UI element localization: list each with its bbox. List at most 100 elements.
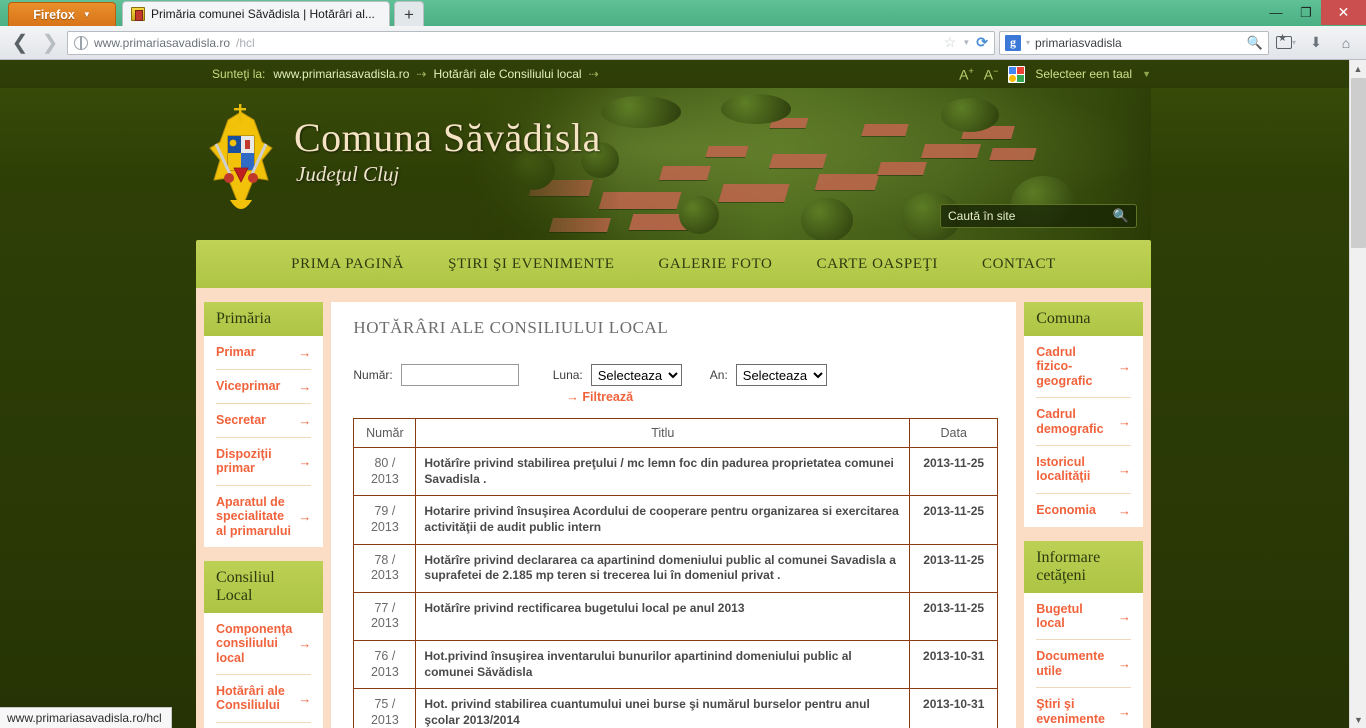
- forward-button[interactable]: ❯: [37, 30, 63, 56]
- list-item[interactable]: Declaraţii→: [216, 723, 311, 728]
- site-search-input[interactable]: Caută în site: [948, 209, 1113, 223]
- list-item[interactable]: Documente utile →: [1036, 640, 1131, 689]
- bookmarks-button[interactable]: ▾: [1273, 33, 1299, 49]
- downloads-button[interactable]: ⬇: [1303, 34, 1329, 51]
- table-row[interactable]: 77 / 2013 Hotărîre privind rectificarea …: [353, 591, 999, 642]
- chevron-down-icon[interactable]: ▾: [1026, 38, 1030, 47]
- new-tab-button[interactable]: +: [394, 1, 424, 26]
- home-button[interactable]: ⌂: [1333, 35, 1359, 51]
- search-bar[interactable]: g ▾ primariasvadisla 🔍: [999, 30, 1269, 55]
- list-item[interactable]: Aparatul de specialitate al primarului →: [216, 486, 311, 547]
- site-search-box[interactable]: Caută în site 🔍: [940, 204, 1137, 228]
- sidebar-item-primar[interactable]: Primar: [216, 345, 256, 359]
- cell-titlu[interactable]: Hot. privind stabilirea cuantumului unei…: [415, 688, 911, 728]
- list-item[interactable]: Secretar →: [216, 404, 312, 438]
- scroll-up-arrow-icon[interactable]: ▲: [1350, 60, 1366, 77]
- sidebar-item-bugetul-local[interactable]: Bugetul local: [1036, 602, 1112, 631]
- table-row[interactable]: 76 / 2013 Hot.privind însuşirea inventar…: [353, 639, 999, 690]
- widget-list-informare-cetateni: Bugetul local → Documente utile → Ştiri şi…: [1024, 593, 1143, 728]
- reload-icon[interactable]: ⟳: [976, 34, 988, 51]
- cell-titlu[interactable]: Hotărîre privind stabilirea preţului / m…: [415, 446, 911, 497]
- list-item[interactable]: Bugetul local →: [1036, 593, 1131, 641]
- search-icon[interactable]: 🔍: [1247, 35, 1263, 51]
- sidebar-item-componenta-consiliului[interactable]: Componenţa consiliului local: [216, 622, 292, 665]
- cell-titlu[interactable]: Hotărîre privind declararea ca apartinin…: [415, 543, 911, 593]
- sidebar-item-secretar[interactable]: Secretar: [216, 413, 266, 427]
- breadcrumb-item-home[interactable]: www.primariasavadisla.ro: [273, 67, 409, 81]
- cell-titlu[interactable]: Hotarire privind însuşirea Acordului de …: [415, 495, 911, 545]
- browser-tab[interactable]: Primăria comunei Săvădisla | Hotărâri al…: [122, 1, 390, 26]
- list-item[interactable]: Primar →: [216, 336, 312, 370]
- table-head: Număr Titlu Data: [353, 418, 999, 448]
- sidebar-item-viceprimar[interactable]: Viceprimar: [216, 379, 280, 393]
- an-select[interactable]: Selecteaza: [735, 364, 827, 386]
- filter-submit-link[interactable]: → Filtrează: [566, 390, 998, 404]
- table-row[interactable]: 78 / 2013 Hotărîre privind declararea ca…: [353, 543, 999, 593]
- nav-item-stiri-evenimente[interactable]: ŞTIRI ŞI EVENIMENTE: [448, 256, 614, 273]
- scrollbar-thumb[interactable]: [1351, 78, 1366, 248]
- cell-titlu[interactable]: Hot.privind însuşirea inventarului bunur…: [415, 639, 911, 690]
- page-scrollbar[interactable]: ▲ ▼: [1349, 60, 1366, 728]
- table-row[interactable]: 80 / 2013 Hotărîre privind stabilirea pr…: [353, 446, 999, 497]
- list-item[interactable]: Hotărâri ale Consiliului →: [216, 675, 312, 723]
- website-page: Sunteţi la: www.primariasavadisla.ro ⇢ H…: [0, 60, 1349, 728]
- sidebar-item-documente-utile[interactable]: Documente utile: [1036, 649, 1112, 678]
- back-button[interactable]: ❮: [7, 30, 33, 56]
- luna-select[interactable]: Selecteaza: [590, 364, 682, 386]
- widget-primaria: Primăria Primar → Viceprimar → Secretar → D…: [204, 302, 324, 547]
- sidebar-item-hotarari-consiliului[interactable]: Hotărâri ale Consiliului: [216, 684, 292, 713]
- translate-label[interactable]: Selecteer een taal: [1035, 67, 1132, 81]
- list-item[interactable]: Cadrul fizico-geografic →: [1036, 336, 1131, 399]
- list-item[interactable]: Dispoziţii primar →: [216, 438, 312, 486]
- breadcrumb-label: Sunteţi la:: [212, 67, 266, 81]
- search-input-value[interactable]: primariasvadisla: [1035, 36, 1242, 50]
- table-row[interactable]: 79 / 2013 Hotarire privind însuşirea Aco…: [353, 495, 999, 545]
- breadcrumb: www.primariasavadisla.ro ⇢ Hotărâri ale …: [273, 67, 598, 81]
- firefox-menu-button[interactable]: Firefox ▼: [8, 2, 116, 26]
- status-bar: www.primariasavadisla.ro/hcl: [0, 707, 172, 728]
- list-item[interactable]: Ştiri şi evenimente →: [1036, 688, 1131, 728]
- cell-numar: 77 / 2013: [353, 591, 417, 642]
- sidebar-item-economia[interactable]: Economia: [1036, 503, 1096, 517]
- nav-item-prima-pagina[interactable]: PRIMA PAGINĂ: [291, 256, 404, 273]
- nav-item-galerie-foto[interactable]: GALERIE FOTO: [658, 256, 772, 273]
- close-button[interactable]: ✕: [1321, 0, 1366, 25]
- nav-item-carte-oaspeti[interactable]: CARTE OASPEŢI: [817, 256, 939, 273]
- sidebar-item-aparatul-de-specialitate[interactable]: Aparatul de specialitate al primarului: [216, 495, 292, 538]
- site-title: Comuna Săvădisla: [294, 115, 601, 160]
- sidebar-item-istoricul-localitatii[interactable]: Istoricul localităţii: [1036, 455, 1112, 484]
- list-item[interactable]: Cadrul demografic →: [1036, 398, 1131, 446]
- table-body: 80 / 2013 Hotărîre privind stabilirea pr…: [353, 446, 999, 728]
- scroll-down-arrow-icon[interactable]: ▼: [1350, 711, 1366, 728]
- breadcrumb-item-hcl[interactable]: Hotărâri ale Consiliului local: [433, 67, 581, 81]
- sidebar-item-cadrul-demografic[interactable]: Cadrul demografic: [1036, 407, 1112, 436]
- list-item[interactable]: Componenţa consiliului local →: [216, 613, 312, 675]
- numar-input[interactable]: [400, 364, 519, 386]
- cell-titlu[interactable]: Hotărîre privind rectificarea bugetului …: [415, 591, 911, 642]
- arrow-right-icon: →: [1118, 608, 1131, 624]
- page-title: HOTĂRÂRI ALE CONSILIULUI LOCAL: [353, 318, 669, 337]
- address-bar[interactable]: www.primariasavadisla.ro /hcl ☆ ▼ ⟳: [67, 30, 995, 55]
- google-icon: g: [1005, 34, 1021, 51]
- font-decrease-button[interactable]: A−: [984, 66, 999, 83]
- minimize-button[interactable]: —: [1261, 0, 1291, 25]
- chevron-down-icon[interactable]: ▼: [1142, 69, 1151, 79]
- chevron-down-icon[interactable]: ▼: [962, 38, 970, 47]
- list-item[interactable]: Viceprimar →: [216, 370, 312, 404]
- sidebar-item-stiri-evenimente[interactable]: Ştiri şi evenimente: [1036, 697, 1112, 726]
- chevron-down-icon: ▾: [1291, 38, 1296, 47]
- sidebar-right: Comuna Cadrul fizico-geografic → Cadrul d…: [1016, 302, 1151, 728]
- list-item[interactable]: Istoricul localităţii →: [1036, 446, 1131, 494]
- list-item[interactable]: Economia →: [1036, 494, 1131, 527]
- maximize-button[interactable]: ❐: [1291, 0, 1321, 25]
- cell-numar: 78 / 2013: [353, 543, 417, 593]
- bookmark-star-icon[interactable]: ☆: [944, 34, 957, 51]
- font-increase-button[interactable]: A+: [959, 66, 974, 83]
- sidebar-item-cadrul-fizico-geografic[interactable]: Cadrul fizico-geografic: [1036, 345, 1112, 388]
- nav-item-contact[interactable]: CONTACT: [982, 256, 1056, 273]
- cell-data: 2013-11-25: [909, 543, 999, 593]
- arrow-right-icon: →: [298, 413, 312, 428]
- table-row[interactable]: 75 / 2013 Hot. privind stabilirea cuantu…: [353, 688, 999, 728]
- sidebar-item-dispozitii-primar[interactable]: Dispoziţii primar: [216, 447, 292, 476]
- search-icon[interactable]: 🔍: [1113, 208, 1129, 224]
